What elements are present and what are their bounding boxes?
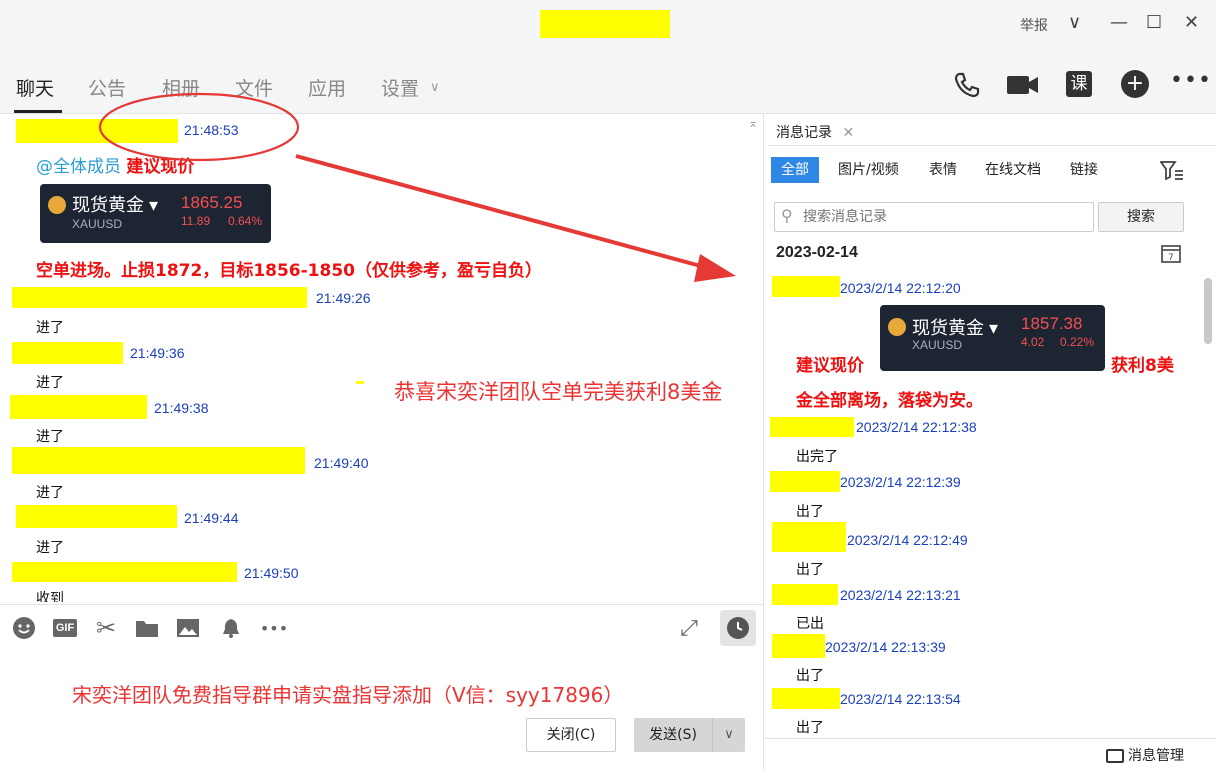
sender-name-redacted bbox=[772, 522, 846, 552]
close-button[interactable]: 关闭(C) bbox=[526, 718, 616, 752]
filter-settings-icon[interactable] bbox=[1159, 160, 1184, 184]
search-icon: ⚲ bbox=[781, 206, 793, 225]
send-options-icon[interactable]: ∨ bbox=[712, 718, 745, 752]
image-icon[interactable] bbox=[175, 615, 201, 641]
message-text-clip: 收到 bbox=[36, 588, 64, 602]
filter-links[interactable]: 链接 bbox=[1060, 157, 1108, 183]
message-time: 2023/2/14 22:13:21 bbox=[840, 587, 961, 603]
quote-symbol: XAUUSD bbox=[912, 338, 963, 352]
history-tab[interactable]: 消息记录 ✕ bbox=[776, 122, 854, 142]
filter-emoji[interactable]: 表情 bbox=[919, 157, 967, 183]
history-clock-icon[interactable] bbox=[720, 610, 756, 646]
calendar-icon[interactable]: 7 bbox=[1160, 242, 1182, 268]
quote-change: 4.02 bbox=[1021, 335, 1045, 349]
quote-price: 1857.38 bbox=[1021, 314, 1083, 333]
message-text: 出了 bbox=[796, 562, 824, 578]
message-time: 21:49:26 bbox=[316, 290, 371, 306]
sender-name-redacted bbox=[10, 395, 147, 419]
history-search-input[interactable] bbox=[803, 207, 1088, 227]
bell-icon[interactable] bbox=[218, 615, 244, 641]
history-highlight-right: 获利8美 bbox=[1111, 356, 1174, 376]
gif-icon[interactable]: GIF bbox=[52, 615, 78, 641]
message-time: 21:49:38 bbox=[154, 400, 209, 416]
message-time: 2023/2/14 22:12:38 bbox=[856, 419, 977, 435]
sender-name-redacted bbox=[12, 562, 237, 582]
message-time: 21:49:36 bbox=[130, 345, 185, 361]
message-time: 2023/2/14 22:12:20 bbox=[840, 280, 961, 296]
annotation-arrow-head bbox=[694, 254, 736, 282]
emoji-icon[interactable] bbox=[11, 615, 37, 641]
gold-coin-icon bbox=[888, 318, 906, 336]
message-text: 收到 bbox=[36, 591, 64, 602]
quote-name: 现货黄金 ▾ bbox=[912, 318, 999, 338]
message-text: 进了 bbox=[36, 540, 64, 556]
sender-name-redacted bbox=[772, 276, 840, 297]
sender-name-redacted bbox=[772, 688, 840, 709]
message-text: 出了 bbox=[796, 720, 824, 736]
sender-name-redacted bbox=[12, 447, 305, 474]
filter-docs[interactable]: 在线文档 bbox=[975, 157, 1051, 183]
ad-overlay-text: 宋奕洋团队免费指导群申请实盘指导添加（V信：syy17896） bbox=[72, 683, 624, 707]
message-time: 21:49:44 bbox=[184, 510, 239, 526]
message-text: 已出 bbox=[796, 616, 824, 632]
svg-text:7: 7 bbox=[1168, 253, 1174, 263]
filter-media[interactable]: 图片/视频 bbox=[828, 157, 909, 183]
sender-name-redacted bbox=[770, 471, 840, 492]
scissors-icon[interactable]: ✂ bbox=[93, 614, 119, 642]
history-date: 2023-02-14 bbox=[776, 244, 858, 261]
message-text: 出了 bbox=[796, 504, 824, 520]
message-time: 2023/2/14 22:13:39 bbox=[825, 639, 946, 655]
folder-icon[interactable] bbox=[134, 615, 160, 641]
message-text: 出完了 bbox=[796, 449, 838, 465]
quote-change-pct: 0.22% bbox=[1060, 335, 1095, 349]
message-text: 进了 bbox=[36, 375, 64, 391]
history-tab-close-icon[interactable]: ✕ bbox=[842, 125, 854, 141]
sender-name-redacted bbox=[12, 287, 307, 308]
history-search-button[interactable]: 搜索 bbox=[1098, 202, 1184, 232]
message-text: 进了 bbox=[36, 320, 64, 336]
message-time: 21:49:50 bbox=[244, 565, 299, 581]
message-time: 2023/2/14 22:12:49 bbox=[847, 532, 968, 548]
sender-name-redacted bbox=[772, 584, 838, 605]
more-tools-icon[interactable]: ••• bbox=[259, 615, 289, 641]
message-text: 进了 bbox=[36, 485, 64, 501]
history-highlight-line2: 金全部离场，落袋为安。 bbox=[796, 391, 983, 411]
filter-all[interactable]: 全部 bbox=[771, 157, 819, 183]
sender-name-redacted bbox=[12, 342, 123, 364]
send-button[interactable]: 发送(S) bbox=[634, 718, 712, 752]
sender-name-redacted bbox=[770, 417, 854, 437]
sender-name-redacted bbox=[772, 634, 825, 658]
message-text: 出了 bbox=[796, 668, 824, 684]
history-scrollbar[interactable] bbox=[1204, 278, 1212, 344]
message-time: 2023/2/14 22:13:54 bbox=[840, 691, 961, 707]
highlight-mark bbox=[356, 381, 364, 384]
annotation-circle-left bbox=[98, 92, 300, 162]
message-time: 21:49:40 bbox=[314, 455, 369, 471]
expand-icon[interactable]: ⤢ bbox=[676, 615, 702, 641]
annotation-arrow-line bbox=[295, 154, 709, 270]
message-time: 2023/2/14 22:12:39 bbox=[840, 474, 961, 490]
message-manage-icon bbox=[1106, 749, 1124, 763]
history-search-field[interactable]: ⚲ bbox=[774, 202, 1094, 232]
sender-name-redacted bbox=[16, 505, 177, 528]
gold-quote-card-history[interactable]: 现货黄金 ▾ XAUUSD 1857.38 4.02 0.22% bbox=[880, 305, 1105, 371]
history-tab-underline bbox=[768, 145, 1216, 146]
message-text: 进了 bbox=[36, 429, 64, 445]
message-manage-button[interactable]: 消息管理 bbox=[1106, 745, 1184, 765]
congrats-overlay-text: 恭喜宋奕洋团队空单完美获利8美金 bbox=[394, 380, 723, 404]
history-highlight-left: 建议现价 bbox=[796, 356, 864, 376]
